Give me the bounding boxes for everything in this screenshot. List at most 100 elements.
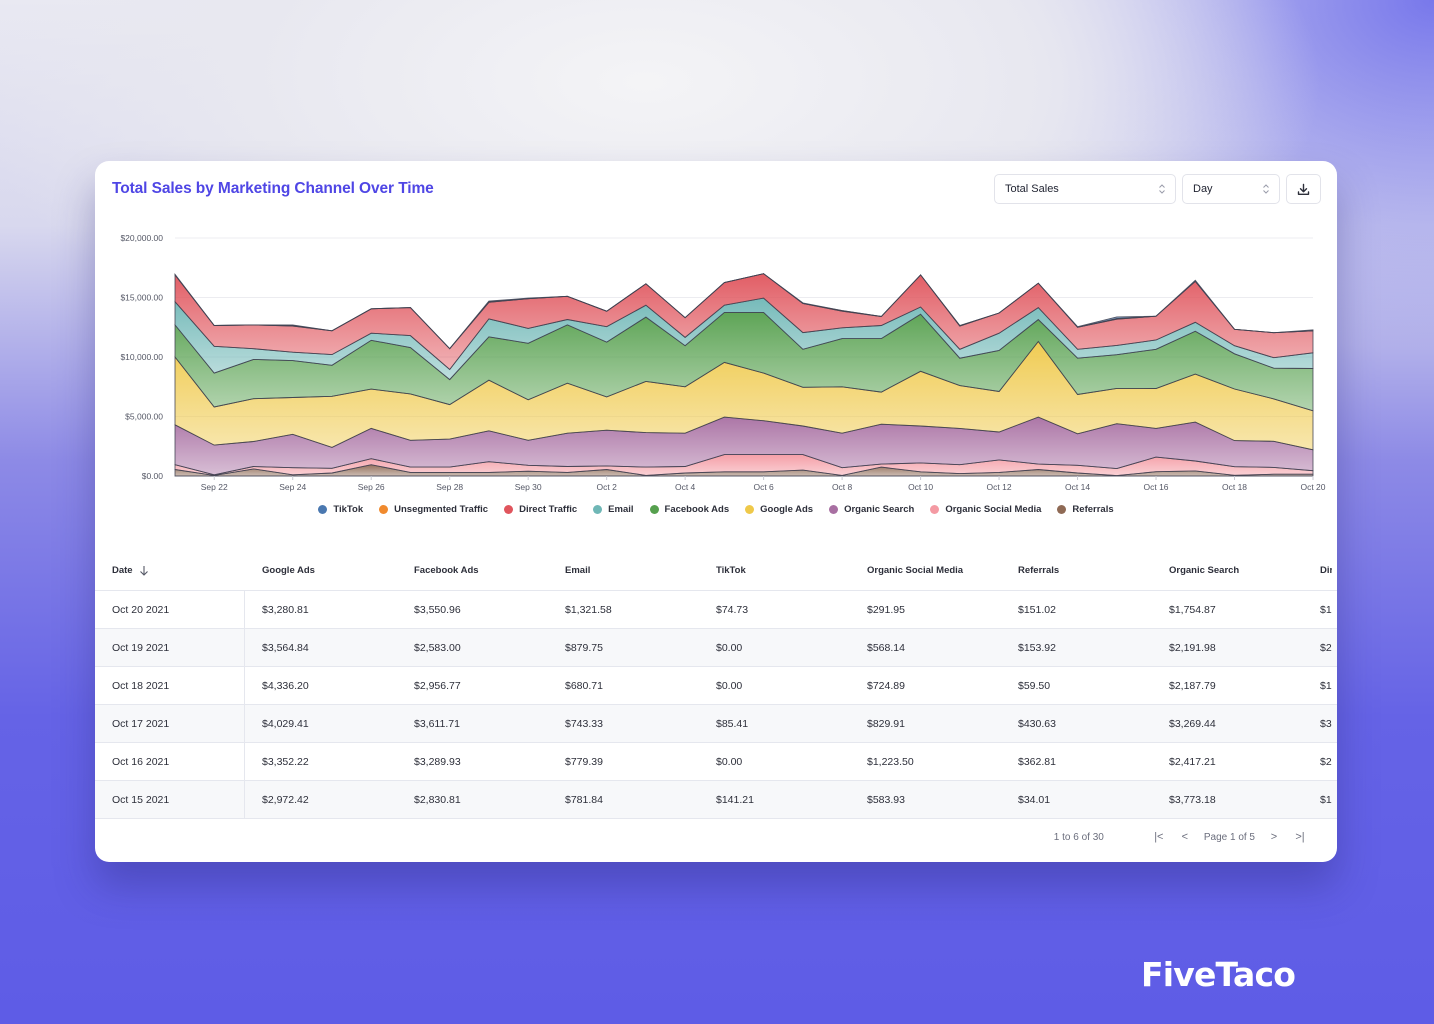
legend-item-referrals[interactable]: Referrals (1057, 504, 1114, 515)
y-axis: $0.00 $5,000.00 $10,000.00 $15,000.00 $20,00… (120, 233, 163, 481)
table-cell: $2, (1320, 755, 1332, 768)
column-header-date[interactable]: Date (95, 565, 245, 576)
download-button[interactable] (1286, 174, 1321, 204)
legend-label: Unsegmented Traffic (394, 504, 489, 515)
column-header-google-ads[interactable]: Google Ads (245, 565, 396, 576)
x-tick-label: Oct 2 (596, 482, 617, 492)
table-row[interactable]: Oct 15 2021 $2,972.42 $2,830.81 $781.84 $141… (95, 781, 1337, 819)
legend-swatch (593, 505, 603, 514)
table-body: Oct 20 2021 $3,280.81 $3,550.96 $1,321.58 $7… (95, 591, 1337, 819)
table-cell: Oct 15 2021 (95, 781, 245, 818)
x-tick-label: Sep 22 (201, 482, 228, 492)
data-table: Date Google Ads Facebook Ads Email TikTok Org… (95, 551, 1337, 819)
arrow-down-icon[interactable] (139, 565, 149, 576)
table-cell: $724.89 (867, 679, 905, 692)
table-cell: $153.92 (1018, 641, 1056, 654)
x-tick-label: Oct 20 (1300, 482, 1325, 492)
legend-item-email[interactable]: Email (593, 504, 634, 515)
x-tick-label: Sep 24 (279, 482, 306, 492)
table-cell: Oct 17 2021 (95, 705, 245, 742)
x-tick-label: Oct 4 (675, 482, 696, 492)
table-cell: $3,280.81 (262, 603, 309, 616)
table-cell: $4,029.41 (262, 717, 309, 730)
table-cell: $2,972.42 (262, 793, 309, 806)
column-header-label: Referrals (1018, 565, 1060, 576)
table-cell: $141.21 (716, 793, 754, 806)
legend-item-facebook-ads[interactable]: Facebook Ads (649, 504, 730, 515)
table-row[interactable]: Oct 16 2021 $3,352.22 $3,289.93 $779.39 $0.0… (95, 743, 1337, 781)
legend-label: Referrals (1072, 504, 1114, 515)
legend-item-direct-traffic[interactable]: Direct Traffic (504, 504, 577, 515)
legend-swatch (930, 505, 940, 514)
column-header-label: Facebook Ads (414, 565, 479, 576)
table-cell: $34.01 (1018, 793, 1051, 806)
x-tick-label: Sep 26 (358, 482, 385, 492)
table-row[interactable]: Oct 20 2021 $3,280.81 $3,550.96 $1,321.58 $7… (95, 591, 1337, 629)
last-page-icon[interactable]: >| (1287, 831, 1313, 843)
table-cell: $829.91 (867, 717, 905, 730)
column-header-label: Date (112, 565, 133, 576)
x-tick-label: Oct 18 (1222, 482, 1247, 492)
table-cell: $1,7 (1320, 603, 1332, 616)
next-page-icon[interactable]: > (1261, 831, 1287, 843)
legend-label: Direct Traffic (519, 504, 578, 515)
legend-swatch (379, 505, 389, 514)
series-areas (174, 272, 1314, 477)
table-row[interactable]: Oct 17 2021 $4,029.41 $3,611.71 $743.33 $85.… (95, 705, 1337, 743)
legend-item-google-ads[interactable]: Google Ads (745, 504, 813, 515)
table-row[interactable]: Oct 19 2021 $3,564.84 $2,583.00 $879.75 $0.0… (95, 629, 1337, 667)
table-cell: $781.84 (565, 793, 603, 806)
table-cell: $2,1 (1320, 641, 1332, 654)
table-cell: $568.14 (867, 641, 905, 654)
column-header-email[interactable]: Email (547, 565, 698, 576)
table-cell: Oct 20 2021 (95, 591, 245, 628)
table-row[interactable]: Oct 18 2021 $4,336.20 $2,956.77 $680.71 $0.0… (95, 667, 1337, 705)
metric-select[interactable]: Total Sales (994, 174, 1176, 204)
column-header-facebook-ads[interactable]: Facebook Ads (396, 565, 547, 576)
legend-label: Facebook Ads (664, 504, 730, 515)
table-cell: $0.00 (716, 641, 743, 654)
prev-page-icon[interactable]: < (1172, 831, 1198, 843)
card-title: Total Sales by Marketing Channel Over Ti… (112, 180, 434, 197)
legend-label: Organic Social Media (945, 504, 1042, 515)
legend-item-organic-search[interactable]: Organic Search (829, 504, 914, 515)
table-cell: $3,289.93 (414, 755, 461, 768)
legend-label: Email (608, 504, 634, 515)
x-tick-label: Oct 10 (908, 482, 933, 492)
table-cell: $680.71 (565, 679, 603, 692)
column-header-organic-search[interactable]: Organic Search (1151, 565, 1302, 576)
x-tick-label: Oct 14 (1065, 482, 1090, 492)
table-cell: $583.93 (867, 793, 905, 806)
legend-swatch (318, 505, 328, 514)
stacked-area-chart: $0.00 $5,000.00 $10,000.00 $15,000.00 $20,00… (120, 233, 1326, 492)
brand-logo: FiveTaco (1141, 955, 1296, 994)
table-cell: Oct 18 2021 (95, 667, 245, 704)
x-tick-label: Oct 8 (832, 482, 853, 492)
period-select[interactable]: Day (1182, 174, 1280, 204)
legend-item-unsegmented-traffic[interactable]: Unsegmented Traffic (379, 504, 488, 515)
legend-label: Google Ads (760, 504, 814, 515)
legend-swatch (829, 505, 839, 514)
table-cell: $85.41 (716, 717, 749, 730)
table-cell: $151.02 (1018, 603, 1056, 616)
table-cell: $2,583.00 (414, 641, 461, 654)
legend-item-organic-social-media[interactable]: Organic Social Media (930, 504, 1041, 515)
legend-item-tiktok[interactable]: TikTok (318, 504, 363, 515)
column-header-referrals[interactable]: Referrals (1000, 565, 1151, 576)
table-cell: $3,269.44 (1169, 717, 1216, 730)
column-header-tiktok[interactable]: TikTok (698, 565, 849, 576)
column-header-organic-social-media[interactable]: Organic Social Media (849, 565, 1000, 576)
column-header-label: Organic Search (1169, 565, 1240, 576)
table-cell: $1,321.58 (565, 603, 612, 616)
table-cell: $1,754.87 (1169, 603, 1216, 616)
x-axis: Sep 22 Sep 24 Sep 26 Sep 28 Sep 30 Oct 2 Oct 4… (201, 476, 1326, 492)
table-cell: $3, (1320, 717, 1332, 730)
table-cell: $879.75 (565, 641, 603, 654)
table-cell: $430.63 (1018, 717, 1056, 730)
column-header-direct-traffic[interactable]: Direct Traffic (1302, 565, 1332, 576)
table-cell: $4,336.20 (262, 679, 309, 692)
table-cell: $2,830.81 (414, 793, 461, 806)
table-cell: $59.50 (1018, 679, 1051, 692)
first-page-icon[interactable]: |< (1146, 831, 1172, 843)
table-cell: $2,187.79 (1169, 679, 1216, 692)
